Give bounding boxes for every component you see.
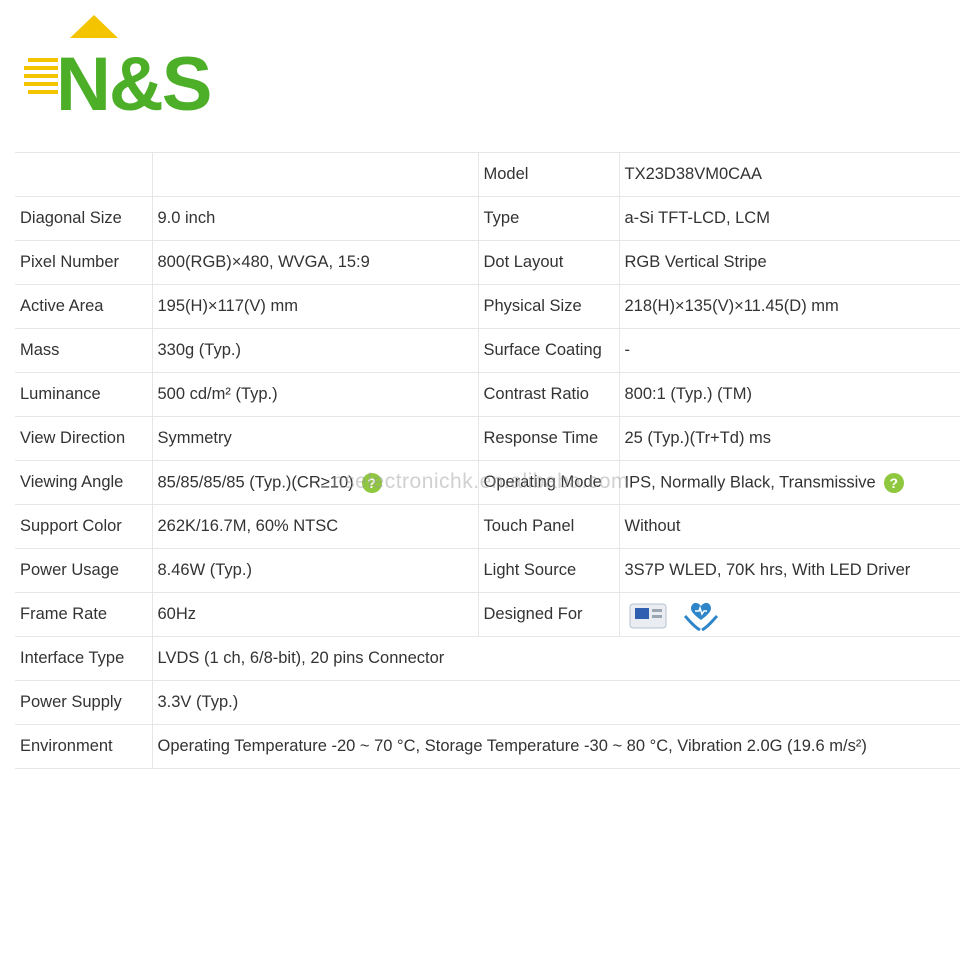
spec-label: Frame Rate [15, 592, 153, 637]
spec-row: Support Color 262K/16.7M, 60% NTSC Touch… [15, 504, 960, 549]
spec-value: 262K/16.7M, 60% NTSC [152, 504, 479, 549]
spec-label: Physical Size [478, 284, 620, 329]
spec-label: Pixel Number [15, 240, 153, 285]
spec-value: 218(H)×135(V)×11.45(D) mm [619, 284, 960, 329]
spec-value: 500 cd/m² (Typ.) [152, 372, 479, 417]
spec-value: a-Si TFT-LCD, LCM [619, 196, 960, 241]
spec-value: 8.46W (Typ.) [152, 548, 479, 593]
spec-value: 800(RGB)×480, WVGA, 15:9 [152, 240, 479, 285]
spec-value: 195(H)×117(V) mm [152, 284, 479, 329]
model-link[interactable]: TX23D38VM0CAA [619, 152, 960, 197]
spec-row: Interface Type LVDS (1 ch, 6/8-bit), 20 … [15, 636, 960, 681]
spec-label: Response Time [478, 416, 620, 461]
spec-value: Symmetry [152, 416, 479, 461]
designed-for-icons [619, 592, 960, 637]
spec-value: IPS, Normally Black, Transmissive [624, 472, 876, 491]
spec-value: - [619, 328, 960, 373]
spec-label: Dot Layout [478, 240, 620, 285]
spec-label: Surface Coating [478, 328, 620, 373]
diagonal-size-link[interactable]: 9.0 inch [152, 196, 479, 241]
help-icon[interactable]: ? [361, 472, 382, 493]
spec-value-cell: IPS, Normally Black, Transmissive? [619, 460, 960, 505]
spec-label: Support Color [15, 504, 153, 549]
spec-row: Power Usage 8.46W (Typ.) Light Source 3S… [15, 548, 960, 593]
spec-value [152, 152, 479, 197]
spec-label: Viewing Angle [15, 460, 153, 505]
ns-logo: N&S [24, 15, 212, 120]
spec-label: Mass [15, 328, 153, 373]
help-icon[interactable]: ? [883, 472, 904, 493]
spec-value: 85/85/85/85 (Typ.)(CR≥10) [157, 472, 354, 491]
spec-value: 60Hz [152, 592, 479, 637]
spec-label-model: Model [478, 152, 620, 197]
spec-label: Active Area [15, 284, 153, 329]
spec-value: 3S7P WLED, 70K hrs, With LED Driver [619, 548, 960, 593]
spec-row: Frame Rate 60Hz Designed For [15, 592, 960, 637]
spec-row: Environment Operating Temperature -20 ~ … [15, 724, 960, 769]
spec-label: Environment [15, 724, 153, 769]
spec-row: Luminance 500 cd/m² (Typ.) Contrast Rati… [15, 372, 960, 417]
spec-row: Power Supply 3.3V (Typ.) [15, 680, 960, 725]
spec-value: 800:1 (Typ.) (TM) [619, 372, 960, 417]
spec-label: Contrast Ratio [478, 372, 620, 417]
spec-label: Touch Panel [478, 504, 620, 549]
spec-label: Operating Mode [478, 460, 620, 505]
spec-value: 330g (Typ.) [152, 328, 479, 373]
spec-label: Designed For [478, 592, 620, 637]
spec-label: Light Source [478, 548, 620, 593]
spec-value: RGB Vertical Stripe [619, 240, 960, 285]
spec-row-model: Model TX23D38VM0CAA [15, 152, 960, 197]
spec-label: Type [478, 196, 620, 241]
spec-value: 25 (Typ.)(Tr+Td) ms [619, 416, 960, 461]
spec-row: Viewing Angle 85/85/85/85 (Typ.)(CR≥10)?… [15, 460, 960, 505]
spec-value-cell: 85/85/85/85 (Typ.)(CR≥10)? [152, 460, 479, 505]
spec-label: Power Usage [15, 548, 153, 593]
spec-row: Active Area 195(H)×117(V) mm Physical Si… [15, 284, 960, 329]
svg-text:N&S: N&S [56, 42, 210, 120]
spec-table: Model TX23D38VM0CAA Diagonal Size 9.0 in… [15, 152, 960, 769]
spec-value: Operating Temperature -20 ~ 70 °C, Stora… [152, 724, 960, 769]
spec-row: Mass 330g (Typ.) Surface Coating - [15, 328, 960, 373]
spec-value: Without [619, 504, 960, 549]
spec-label: Diagonal Size [15, 196, 153, 241]
spec-value: 3.3V (Typ.) [152, 680, 960, 725]
spec-value: LVDS (1 ch, 6/8-bit), 20 pins Connector [152, 636, 960, 681]
medical-device-icon[interactable] [629, 600, 667, 630]
healthcare-hands-icon[interactable] [683, 598, 719, 632]
spec-label: View Direction [15, 416, 153, 461]
spec-row: View Direction Symmetry Response Time 25… [15, 416, 960, 461]
spec-label [15, 152, 153, 197]
spec-label: Power Supply [15, 680, 153, 725]
spec-row: Diagonal Size 9.0 inch Type a-Si TFT-LCD… [15, 196, 960, 241]
spec-row: Pixel Number 800(RGB)×480, WVGA, 15:9 Do… [15, 240, 960, 285]
spec-label: Interface Type [15, 636, 153, 681]
spec-label: Luminance [15, 372, 153, 417]
